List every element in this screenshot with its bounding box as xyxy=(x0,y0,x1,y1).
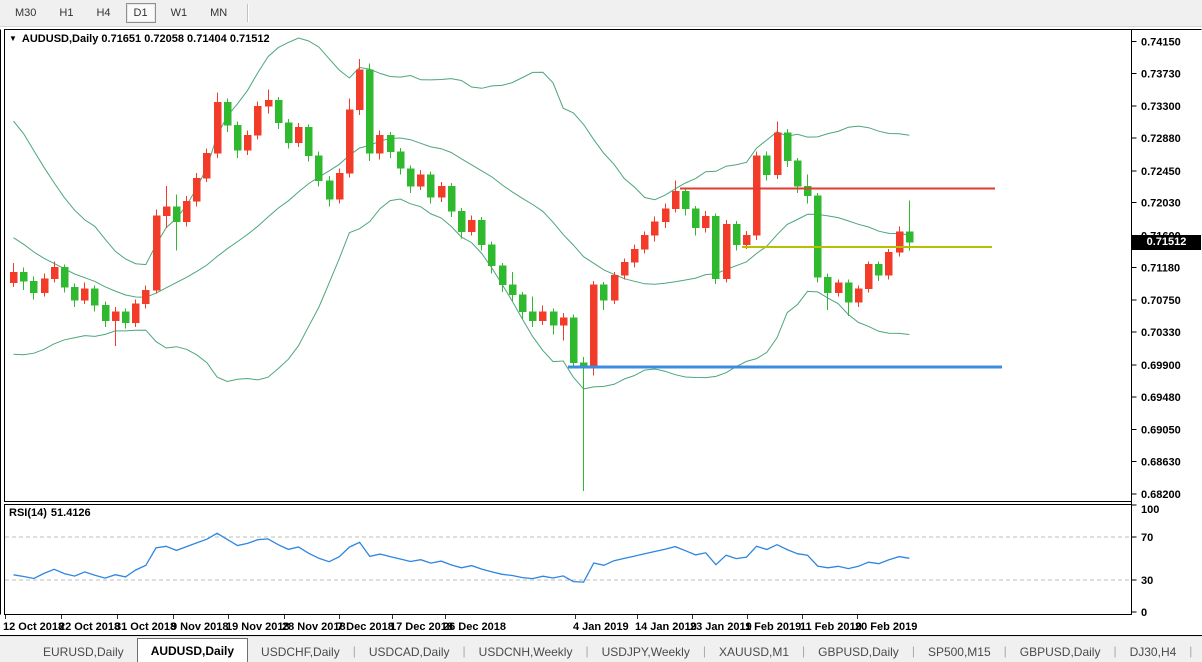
price-axis-label: 0.68630 xyxy=(1141,456,1181,468)
price-axis-label: 0.71180 xyxy=(1141,262,1180,274)
tab-eurusd-daily[interactable]: EURUSD,Daily xyxy=(30,641,137,662)
price-axis-label: 0.69480 xyxy=(1141,392,1181,404)
date-axis-label: 23 Jan 2019 xyxy=(690,621,752,633)
price-axis-label: 0.73300 xyxy=(1141,101,1181,113)
timeframe-button-h1[interactable]: H1 xyxy=(51,3,81,23)
date-axis-label: 4 Jan 2019 xyxy=(573,621,629,633)
tab-gbpusd-daily[interactable]: GBPUSD,Daily xyxy=(805,641,912,662)
tab-audusd-daily[interactable]: AUDUSD,Daily xyxy=(137,638,248,662)
price-axis[interactable]: 0.74150 0.73730 0.73300 0.72880 0.72450 0.720… xyxy=(1132,30,1181,615)
date-axis-label: 12 Oct 2018 xyxy=(3,621,64,633)
timeframe-toolbar: M30 H1 H4 D1 W1 MN xyxy=(0,0,1202,27)
date-axis-label: 19 Nov 2018 xyxy=(226,621,290,633)
rsi-indicator-label: RSI(14) 51.4126 xyxy=(9,507,95,519)
date-axis-label: 1 Feb 2019 xyxy=(745,621,801,633)
tab-usdjpy-weekly[interactable]: USDJPY,Weekly xyxy=(589,641,703,662)
current-price-tag: 0.71512 xyxy=(1132,235,1201,250)
date-axis-label: 26 Dec 2018 xyxy=(443,621,506,633)
rsi-pane[interactable] xyxy=(5,505,1132,615)
price-axis-label: 0.68200 xyxy=(1141,489,1181,501)
tab-gbpusd-daily[interactable]: GBPUSD,Daily xyxy=(1007,641,1114,662)
rsi-value: 51.4126 xyxy=(51,507,91,519)
timeframe-button-m30[interactable]: M30 xyxy=(7,3,44,23)
price-axis-label: 0.72880 xyxy=(1141,133,1181,145)
toolbar-separator xyxy=(247,4,249,22)
price-axis-label: 0.70750 xyxy=(1141,295,1181,307)
chart-ohlc-values: 0.71651 0.72058 0.71404 0.71512 xyxy=(101,33,269,45)
tab-xauusd-m1[interactable]: XAUUSD,M1 xyxy=(706,641,802,662)
timeframe-button-d1[interactable]: D1 xyxy=(126,3,156,23)
price-chart-svg[interactable]: 0.74150 0.73730 0.73300 0.72880 0.72450 0.720… xyxy=(0,27,1202,636)
price-axis-label: 0.74150 xyxy=(1141,36,1181,48)
price-axis-label: 0.72030 xyxy=(1141,198,1181,210)
timeframe-button-mn[interactable]: MN xyxy=(202,3,235,23)
date-axis-label: 20 Feb 2019 xyxy=(855,621,917,633)
timeframe-button-h4[interactable]: H4 xyxy=(88,3,118,23)
chart-tabs-bar: EURUSD,DailyAUDUSD,DailyUSDCHF,Daily|USD… xyxy=(0,636,1202,662)
date-axis-label: 7 Dec 2018 xyxy=(337,621,394,633)
date-axis-label: 9 Nov 2018 xyxy=(171,621,228,633)
symbol-dropdown-icon[interactable]: ▼ xyxy=(9,34,17,43)
date-axis-label: 31 Oct 2018 xyxy=(115,621,176,633)
timeframe-button-w1[interactable]: W1 xyxy=(163,3,196,23)
chart-title: ▼ AUDUSD,Daily 0.71651 0.72058 0.71404 0.… xyxy=(9,33,270,45)
main-chart-pane[interactable] xyxy=(5,30,1132,502)
price-axis-label: 0.72450 xyxy=(1141,166,1181,178)
tab-tech10[interactable]: TECH10 xyxy=(1192,641,1202,662)
rsi-axis-label: 0 xyxy=(1141,607,1147,619)
rsi-name: RSI(14) xyxy=(9,507,47,519)
chart-area[interactable]: ▼ AUDUSD,Daily 0.71651 0.72058 0.71404 0.… xyxy=(0,27,1202,636)
tab-dj30-h4[interactable]: DJ30,H4 xyxy=(1117,641,1190,662)
price-axis-label: 0.69900 xyxy=(1141,360,1181,372)
date-axis-label: 11 Feb 2019 xyxy=(800,621,862,633)
tab-usdcnh-weekly[interactable]: USDCNH,Weekly xyxy=(466,641,586,662)
price-axis-label: 0.69050 xyxy=(1141,425,1181,437)
date-axis-label: 22 Oct 2018 xyxy=(59,621,120,633)
date-axis[interactable]: 12 Oct 201822 Oct 201831 Oct 20189 Nov 2… xyxy=(3,615,917,633)
tab-sp500-m15[interactable]: SP500,M15 xyxy=(915,641,1004,662)
rsi-axis-label: 30 xyxy=(1141,575,1153,587)
price-axis-label: 0.70330 xyxy=(1141,327,1181,339)
rsi-axis-label: 100 xyxy=(1141,504,1159,516)
tab-usdchf-daily[interactable]: USDCHF,Daily xyxy=(248,641,353,662)
chart-symbol-label: AUDUSD,Daily xyxy=(22,33,98,45)
date-axis-label: 14 Jan 2019 xyxy=(635,621,697,633)
price-axis-label: 0.73730 xyxy=(1141,68,1181,80)
tab-usdcad-daily[interactable]: USDCAD,Daily xyxy=(356,641,463,662)
rsi-axis-label: 70 xyxy=(1141,532,1153,544)
